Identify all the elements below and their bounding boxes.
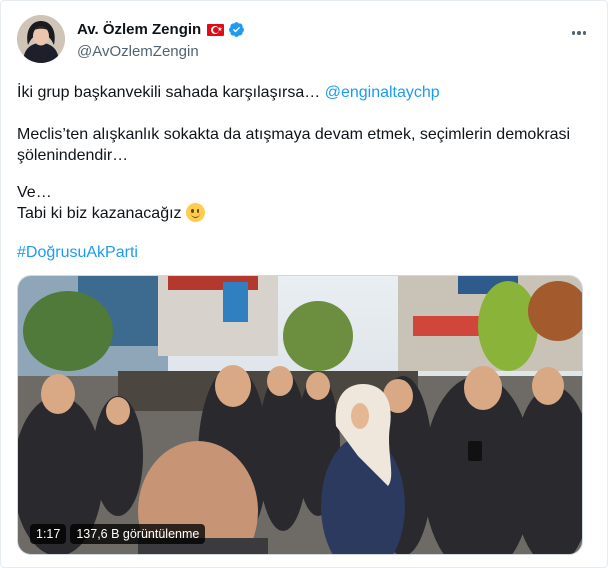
verified-badge-icon xyxy=(229,22,245,37)
tweet-text-intro: İki grup başkanvekili sahada karşılaşırs… xyxy=(17,84,325,101)
tweet-text-line1: İki grup başkanvekili sahada karşılaşırs… xyxy=(17,83,440,103)
tweet-text-closing: Tabi ki biz kazanacağız xyxy=(17,205,182,222)
video-duration: 1:17 xyxy=(30,524,67,544)
hashtag-line: #DoğrusuAkParti xyxy=(17,243,138,263)
video-thumbnail xyxy=(18,276,582,554)
display-name[interactable]: Av. Özlem Zengin xyxy=(77,21,201,38)
avatar[interactable] xyxy=(17,15,65,63)
author-name-row[interactable]: Av. Özlem Zengin ★ xyxy=(77,21,245,38)
turkish-flag-icon: ★ xyxy=(207,23,225,36)
avatar-image xyxy=(17,15,65,63)
tweet-text-paragraph-3-line-2: Tabi ki biz kazanacağız xyxy=(17,203,205,224)
more-options-icon[interactable] xyxy=(569,23,589,43)
tweet-text-paragraph-3-line-1: Ve… xyxy=(17,184,52,201)
smiling-face-icon xyxy=(185,203,205,222)
video-player[interactable]: 1:17 137,6 B görüntülenme xyxy=(17,275,583,555)
tweet-text-paragraph-2: Meclis’ten alışkanlık sokakta da atışmay… xyxy=(17,126,571,164)
video-overlay: 1:17 137,6 B görüntülenme xyxy=(30,524,206,544)
author-handle[interactable]: @AvOzlemZengin xyxy=(77,43,199,60)
mention-link[interactable]: @enginaltaychp xyxy=(325,84,440,101)
video-view-count: 137,6 B görüntülenme xyxy=(70,524,206,544)
hashtag-link[interactable]: #DoğrusuAkParti xyxy=(17,244,138,261)
tweet-card[interactable]: Av. Özlem Zengin ★ @AvOzlemZengin İki gr… xyxy=(0,0,608,568)
